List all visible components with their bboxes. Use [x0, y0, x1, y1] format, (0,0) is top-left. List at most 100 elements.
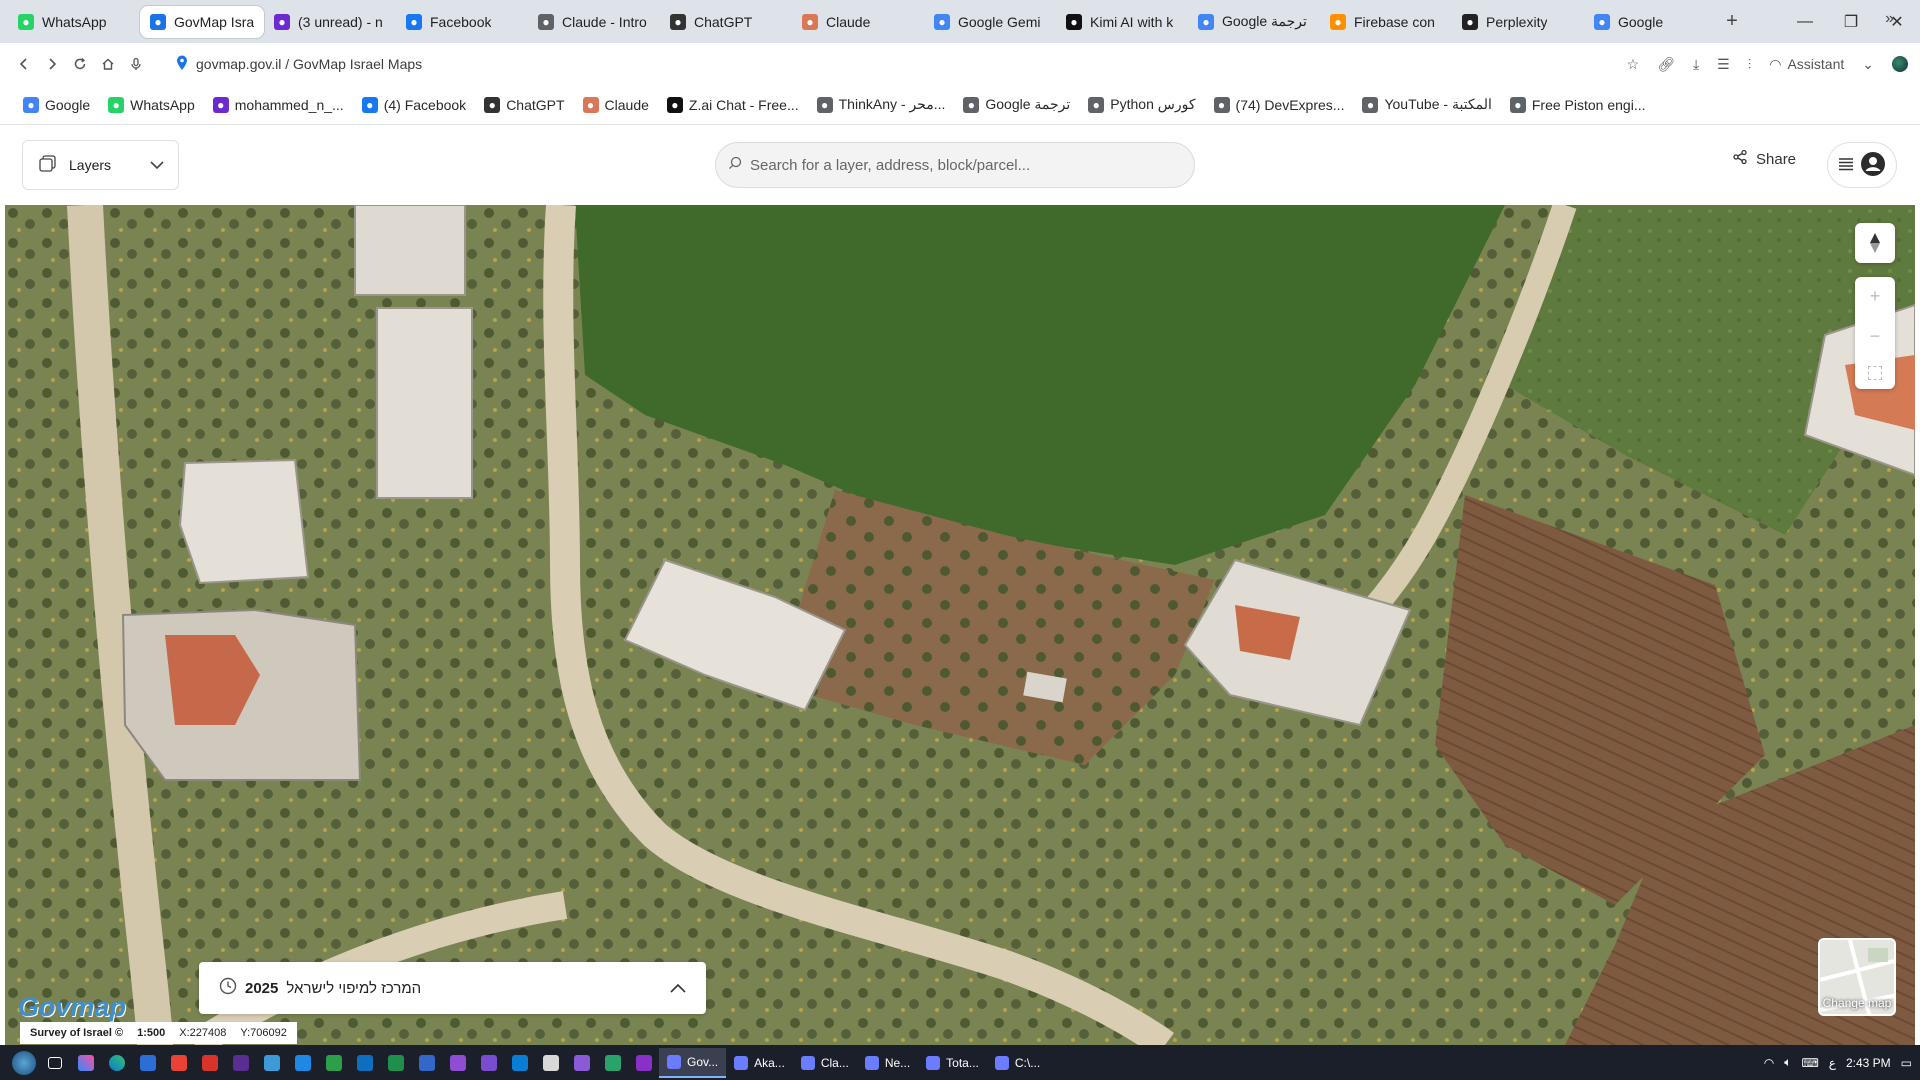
zoom-controls: + − [1855, 277, 1895, 389]
browser-tab[interactable]: ● Claude - Intro [528, 6, 660, 38]
taskbar-app-icon[interactable] [256, 1048, 287, 1078]
clock[interactable]: 2:43 PM [1846, 1056, 1891, 1070]
user-menu-button[interactable] [1827, 142, 1897, 188]
bookmarks-overflow-button[interactable]: » [1885, 10, 1894, 28]
zai-icon: ● [666, 96, 683, 113]
taskbar-app-icon[interactable] [504, 1048, 535, 1078]
task-view-icon[interactable] [39, 1048, 70, 1078]
compass-button[interactable] [1855, 223, 1895, 263]
browser-tab[interactable]: ● Google Gemi [924, 6, 1056, 38]
minimize-button[interactable]: — [1782, 0, 1828, 43]
globe-icon: ● [1509, 96, 1526, 113]
taskbar-app-icon [994, 1055, 1009, 1070]
taskbar-app-icon[interactable] [628, 1048, 659, 1078]
chevron-down-icon[interactable]: ⌄ [1862, 56, 1874, 73]
layers-dropdown[interactable]: Layers [22, 140, 179, 190]
browser-tab[interactable]: ● Google ترجمة [1188, 6, 1320, 38]
reload-button[interactable] [66, 50, 94, 78]
bookmark-item[interactable]: ● Google [14, 96, 99, 113]
taskbar-app-button[interactable]: C:\... [987, 1048, 1048, 1078]
forward-button[interactable] [38, 50, 66, 78]
taskbar-app-icon[interactable] [473, 1048, 504, 1078]
back-button[interactable] [10, 50, 38, 78]
bookmark-item[interactable]: ● Claude [574, 96, 658, 113]
copilot-icon[interactable] [70, 1048, 101, 1078]
browser-tab[interactable]: ● Facebook [396, 6, 528, 38]
bookmark-item[interactable]: ● mohammed_n_... [204, 96, 353, 113]
taskbar-app-button[interactable]: Tota... [918, 1048, 987, 1078]
taskbar-app-icon[interactable] [535, 1048, 566, 1078]
notification-icon[interactable]: ▭ [1901, 1056, 1912, 1070]
bookmark-item[interactable]: ● (74) DevExpres... [1205, 96, 1354, 113]
taskbar-app-button[interactable]: Cla... [793, 1048, 857, 1078]
close-window-button[interactable]: ✕ [1874, 0, 1920, 43]
taskbar-app-icon[interactable] [349, 1048, 380, 1078]
browser-tab[interactable]: ● Firebase con [1320, 6, 1452, 38]
bookmark-item[interactable]: ● (4) Facebook [353, 96, 475, 113]
browser-tab[interactable]: ● Claude [792, 6, 924, 38]
globe-icon: ● [1213, 96, 1230, 113]
aerial-map[interactable]: + − [5, 205, 1915, 1045]
address-actions: ☆ 🔗︎ ⤓ ☰ ⫶ ◠ Assistant ⌄ [1627, 43, 1908, 85]
taskbar-app-button[interactable]: Ne... [857, 1048, 918, 1078]
fullscreen-icon[interactable] [1868, 365, 1882, 380]
restore-button[interactable]: ❐ [1828, 0, 1874, 43]
taskbar-app-icon[interactable] [287, 1048, 318, 1078]
bookmark-item[interactable]: ● YouTube - المكتبة [1353, 96, 1500, 113]
assistant-button[interactable]: ◠ Assistant [1769, 56, 1844, 73]
start-button[interactable] [8, 1048, 39, 1078]
bookmark-star-icon[interactable]: ☆ [1627, 56, 1640, 73]
download-icon[interactable]: ⤓ [1693, 56, 1699, 73]
taskbar-app-icon[interactable] [380, 1048, 411, 1078]
new-tab-button[interactable]: + [1716, 6, 1748, 38]
browser-tab[interactable]: ● ChatGPT [660, 6, 792, 38]
whatsapp-icon: ● [18, 13, 34, 30]
zoom-in-button[interactable]: + [1870, 286, 1881, 307]
bookmark-item[interactable]: ● Python كورس [1079, 96, 1204, 113]
url-field[interactable]: govmap.gov.il / GovMap Israel Maps [176, 48, 422, 80]
language-indicator[interactable]: ع [1829, 1056, 1836, 1070]
browser-tab[interactable]: ● WhatsApp [8, 6, 140, 38]
taskbar-app-icon[interactable] [163, 1048, 194, 1078]
chevron-up-icon[interactable] [670, 980, 686, 997]
taskbar-app-icon[interactable] [132, 1048, 163, 1078]
taskbar-app-icon[interactable] [194, 1048, 225, 1078]
bookmark-item[interactable]: ● WhatsApp [99, 96, 204, 113]
taskbar-app-button[interactable]: Gov... [659, 1047, 727, 1078]
bookmark-item[interactable]: ● ChatGPT [475, 96, 573, 113]
globe-icon: ● [963, 96, 980, 113]
wifi-icon[interactable]: ◠ [1764, 1056, 1774, 1070]
bookmark-item[interactable]: ● Google ترجمة [954, 96, 1079, 113]
taskbar-app-button[interactable]: Aka... [726, 1048, 793, 1078]
browser-tab[interactable]: ● Google [1584, 6, 1716, 38]
microphone-icon[interactable] [122, 50, 150, 78]
browser-tab[interactable]: ● Perplexity [1452, 6, 1584, 38]
profile-avatar[interactable] [1892, 56, 1908, 72]
edge-icon[interactable] [101, 1048, 132, 1078]
taskbar-app-icon[interactable] [566, 1048, 597, 1078]
imagery-year-panel[interactable]: 2025 המרכז למיפוי לישראל [199, 962, 706, 1014]
facebook-icon: ● [361, 96, 378, 113]
home-button[interactable] [94, 50, 122, 78]
keyboard-icon[interactable]: ⌨ [1801, 1056, 1818, 1070]
map-search-input[interactable]: Search for a layer, address, block/parce… [715, 142, 1195, 188]
browser-tab[interactable]: ● (3 unread) - n [264, 6, 396, 38]
taskbar-app-icon[interactable] [411, 1048, 442, 1078]
link-icon[interactable]: 🔗︎ [1657, 56, 1675, 73]
audio-icon[interactable]: ⫶ [1748, 56, 1752, 73]
bookmark-item[interactable]: ● ThinkAny - محر... [808, 96, 955, 113]
browser-tab[interactable]: ● GovMap Israel [140, 5, 264, 38]
taskbar-app-icon[interactable] [225, 1048, 256, 1078]
share-button[interactable]: Share [1732, 149, 1796, 169]
bookmark-label: Google ترجمة [985, 96, 1071, 112]
taskbar-app-icon[interactable] [318, 1048, 349, 1078]
taskbar-app-icon[interactable] [597, 1048, 628, 1078]
bookmark-item[interactable]: ● Z.ai Chat - Free... [658, 96, 808, 113]
reading-list-icon[interactable]: ☰ [1717, 56, 1730, 73]
volume-icon[interactable]: 🔈︎ [1784, 1055, 1791, 1070]
taskbar-app-icon[interactable] [442, 1048, 473, 1078]
bookmark-item[interactable]: ● Free Piston engi... [1501, 96, 1655, 113]
zoom-out-button[interactable]: − [1870, 326, 1881, 347]
browser-tab[interactable]: ● Kimi AI with k [1056, 6, 1188, 38]
location-pin-icon [176, 55, 188, 74]
